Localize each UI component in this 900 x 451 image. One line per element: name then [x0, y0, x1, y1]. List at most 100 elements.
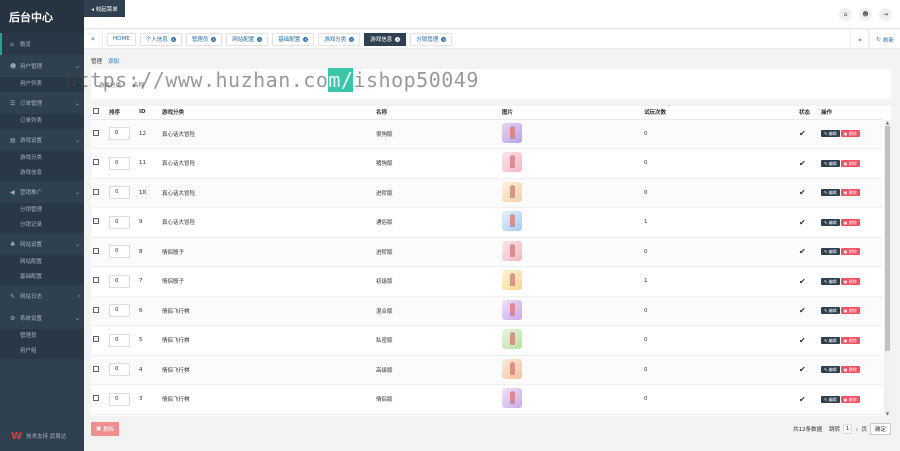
row-checkbox[interactable]	[93, 159, 99, 166]
game-thumbnail[interactable]	[502, 270, 522, 291]
row-checkbox[interactable]	[93, 395, 99, 402]
sort-input[interactable]: 0	[109, 215, 130, 229]
edit-button[interactable]: ✎ 编辑	[821, 218, 840, 226]
sort-input[interactable]: 0	[109, 363, 130, 377]
sidebar-subitem[interactable]: 管理员	[0, 329, 84, 344]
row-checkbox[interactable]	[93, 129, 99, 136]
edit-button[interactable]: ✎ 编辑	[821, 189, 840, 197]
subtab-manage[interactable]: 管理	[91, 57, 102, 67]
status-check-icon[interactable]: ✔	[799, 247, 806, 256]
sort-input[interactable]: 0	[109, 156, 130, 170]
delete-button[interactable]: ▣ 删除	[840, 218, 860, 226]
row-checkbox[interactable]	[93, 365, 99, 372]
edit-button[interactable]: ✎ 编辑	[821, 336, 840, 344]
sidebar-item-6[interactable]: ✎ 网站日志 ‹	[0, 285, 84, 307]
sort-input[interactable]: 0	[109, 304, 130, 318]
tabs-scroll-left-icon[interactable]: «	[84, 29, 103, 49]
close-tab-icon[interactable]: ×	[170, 36, 176, 42]
sidebar-item-5[interactable]: ♣ 网站设置 ⌄	[0, 233, 84, 255]
sidebar-subitem[interactable]: 分销管理	[0, 203, 84, 218]
page-spinner-icon[interactable]: ⇕	[855, 427, 858, 432]
collapse-menu-button[interactable]: ◂ 收起菜单	[84, 0, 125, 17]
status-check-icon[interactable]: ✔	[799, 159, 806, 168]
tabs-scroll-right-icon[interactable]: »	[850, 30, 870, 49]
game-thumbnail[interactable]	[502, 329, 522, 350]
game-thumbnail[interactable]	[502, 358, 522, 379]
sidebar-subitem[interactable]: 游戏信息	[0, 166, 84, 181]
row-checkbox[interactable]	[93, 306, 99, 313]
delete-button[interactable]: ▣ 删除	[840, 366, 860, 374]
tab-1[interactable]: 个人信息 ×	[139, 32, 182, 46]
close-tab-icon[interactable]: ×	[303, 36, 309, 42]
tab-0[interactable]: HOME	[107, 32, 136, 46]
sidebar-subitem[interactable]: 网站配置	[0, 255, 84, 270]
edit-button[interactable]: ✎ 编辑	[821, 130, 840, 138]
delete-button[interactable]: ▣ 删除	[840, 336, 860, 344]
close-tab-icon[interactable]: ×	[257, 36, 263, 42]
delete-button[interactable]: ▣ 删除	[840, 248, 860, 256]
logout-icon[interactable]: ⇥	[879, 8, 892, 21]
delete-button[interactable]: ▣ 删除	[840, 189, 860, 197]
close-tab-icon[interactable]: ×	[441, 36, 447, 42]
status-check-icon[interactable]: ✔	[799, 395, 806, 404]
close-tab-icon[interactable]: ×	[211, 36, 217, 42]
close-tab-icon[interactable]: ×	[395, 36, 401, 42]
scroll-down-icon[interactable]: ▼	[884, 411, 891, 416]
row-checkbox[interactable]	[93, 336, 99, 343]
game-thumbnail[interactable]	[502, 388, 522, 409]
status-check-icon[interactable]: ✔	[799, 336, 806, 345]
sidebar-subitem[interactable]: 基础配置	[0, 270, 84, 285]
edit-button[interactable]: ✎ 编辑	[821, 277, 840, 285]
select-all-checkbox[interactable]	[93, 108, 99, 115]
status-check-icon[interactable]: ✔	[799, 277, 806, 286]
edit-button[interactable]: ✎ 编辑	[821, 159, 840, 167]
sort-input[interactable]: 0	[109, 392, 130, 406]
scroll-thumb[interactable]	[885, 126, 890, 351]
scroll-up-icon[interactable]: ▲	[884, 120, 891, 125]
game-thumbnail[interactable]	[502, 152, 522, 173]
page-input[interactable]: 1	[843, 424, 853, 434]
game-thumbnail[interactable]	[502, 181, 522, 202]
sort-input[interactable]: 0	[109, 186, 130, 200]
sort-input[interactable]: 0	[109, 245, 130, 259]
tab-2[interactable]: 管理员 ×	[185, 32, 223, 46]
sidebar-item-3[interactable]: ▤ 游戏设置 ⌄	[0, 129, 84, 151]
status-check-icon[interactable]: ✔	[799, 129, 806, 138]
game-thumbnail[interactable]	[502, 211, 522, 232]
home-icon[interactable]: ⌂	[839, 8, 852, 21]
sidebar-item-0[interactable]: ⌂ 概览	[0, 33, 84, 55]
sidebar-item-4[interactable]: ◀ 营销推广 ⌄	[0, 181, 84, 203]
delete-button[interactable]: ▣ 删除	[840, 307, 860, 315]
tab-6[interactable]: 游戏信息 ×	[364, 32, 407, 46]
delete-button[interactable]: ▣ 删除	[840, 159, 860, 167]
user-icon[interactable]: ☻	[859, 8, 872, 21]
refresh-button[interactable]: ↻ 刷新	[869, 30, 900, 49]
game-thumbnail[interactable]	[502, 299, 522, 320]
edit-button[interactable]: ✎ 编辑	[821, 307, 840, 315]
row-checkbox[interactable]	[93, 247, 99, 254]
close-tab-icon[interactable]: ×	[349, 36, 355, 42]
sidebar-item-7[interactable]: ⚙ 系统设置 ⌄	[0, 307, 84, 329]
bulk-delete-button[interactable]: ▣ 删除	[91, 422, 120, 436]
tab-7[interactable]: 分销管理 ×	[410, 32, 453, 46]
delete-button[interactable]: ▣ 删除	[840, 395, 860, 403]
game-thumbnail[interactable]	[502, 240, 522, 261]
delete-button[interactable]: ▣ 删除	[840, 130, 860, 138]
table-scrollbar[interactable]: ▲ ▼	[884, 120, 891, 416]
tab-3[interactable]: 网站配置 ×	[226, 32, 269, 46]
edit-button[interactable]: ✎ 编辑	[821, 395, 840, 403]
edit-button[interactable]: ✎ 编辑	[821, 248, 840, 256]
tab-4[interactable]: 基础配置 ×	[272, 32, 315, 46]
sort-input[interactable]: 0	[109, 274, 130, 288]
row-checkbox[interactable]	[93, 188, 99, 195]
sidebar-subitem[interactable]: 订单列表	[0, 114, 84, 129]
delete-button[interactable]: ▣ 删除	[840, 277, 860, 285]
subtab-add[interactable]: 添加	[108, 57, 119, 67]
sidebar-subitem[interactable]: 游戏分类	[0, 151, 84, 166]
status-check-icon[interactable]: ✔	[799, 365, 806, 374]
status-check-icon[interactable]: ✔	[799, 306, 806, 315]
sidebar-subitem[interactable]: 用户组	[0, 344, 84, 359]
status-check-icon[interactable]: ✔	[799, 188, 806, 197]
sidebar-subitem[interactable]: 分销记录	[0, 218, 84, 233]
row-checkbox[interactable]	[93, 218, 99, 225]
